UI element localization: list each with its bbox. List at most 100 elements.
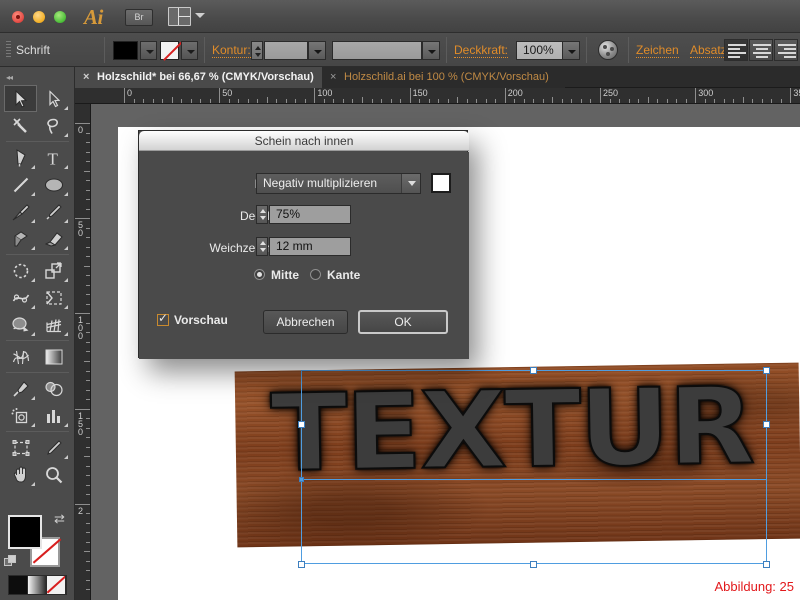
horizontal-ruler[interactable]: 0 50 100 150 200 250 300 350 xyxy=(75,88,800,104)
preview-label[interactable]: Vorschau xyxy=(174,313,228,327)
ruler-label: 200 xyxy=(507,88,523,98)
ruler-minor-tick xyxy=(381,99,383,103)
align-center-button[interactable] xyxy=(749,39,773,61)
ruler-label: 0 xyxy=(127,88,133,98)
rotate-tool[interactable] xyxy=(4,257,37,284)
column-graph-tool[interactable] xyxy=(37,402,70,429)
control-bar-grip[interactable] xyxy=(6,41,11,59)
close-tab-icon[interactable]: × xyxy=(83,67,89,88)
align-right-button[interactable] xyxy=(774,39,798,61)
glow-color-swatch[interactable] xyxy=(431,173,451,193)
opacity-input[interactable]: 75% xyxy=(269,205,351,224)
artboard-tool[interactable] xyxy=(4,434,37,461)
close-window-button[interactable] xyxy=(12,11,24,23)
fill-swatch-dropdown-icon[interactable] xyxy=(140,41,157,60)
selection-handle-bottom-center[interactable] xyxy=(530,561,537,568)
minimize-window-button[interactable] xyxy=(33,11,45,23)
zoom-tool[interactable] xyxy=(37,461,70,488)
gradient-mode-button[interactable] xyxy=(28,576,47,594)
stroke-weight-field[interactable] xyxy=(264,41,308,60)
stroke-profile-dropdown-icon[interactable] xyxy=(422,41,440,60)
ruler-minor-tick xyxy=(86,522,90,524)
stroke-weight-dropdown-icon[interactable] xyxy=(308,41,326,60)
document-tab-inactive[interactable]: × Holzschild.ai bei 100 % (CMYK/Vorschau… xyxy=(322,67,565,88)
hand-tool[interactable] xyxy=(4,461,37,488)
slice-tool[interactable] xyxy=(37,434,70,461)
fill-color-swatch[interactable] xyxy=(113,41,138,60)
opacity-dropdown-icon[interactable] xyxy=(562,41,580,60)
opacity-label[interactable]: Deckkraft: xyxy=(454,43,509,58)
width-tool[interactable] xyxy=(4,284,37,311)
tools-panel-grip[interactable]: ◂◂ xyxy=(6,73,13,82)
transparency-icon[interactable] xyxy=(598,40,618,60)
direct-selection-tool[interactable] xyxy=(37,85,70,112)
stroke-color-swatch[interactable] xyxy=(160,41,179,60)
magic-wand-tool[interactable] xyxy=(4,112,37,139)
pencil-tool[interactable] xyxy=(37,198,70,225)
selection-handle-bottom-right[interactable] xyxy=(763,561,770,568)
line-segment-tool[interactable] xyxy=(4,171,37,198)
symbol-sprayer-tool[interactable] xyxy=(4,402,37,429)
paintbrush-tool[interactable] xyxy=(4,198,37,225)
workspace-switcher-icon[interactable] xyxy=(168,7,191,26)
scale-tool[interactable] xyxy=(37,257,70,284)
selection-anchor-left[interactable] xyxy=(299,477,304,482)
stroke-profile-field[interactable] xyxy=(332,41,422,60)
eraser-tool[interactable] xyxy=(37,225,70,252)
character-panel-link[interactable]: Zeichen xyxy=(636,43,679,58)
selection-handle-mid-left[interactable] xyxy=(298,421,305,428)
selection-tool[interactable] xyxy=(4,85,37,112)
shape-builder-tool[interactable] xyxy=(4,311,37,338)
ruler-minor-tick xyxy=(780,99,782,103)
blur-stepper[interactable] xyxy=(256,237,268,256)
ruler-minor-tick xyxy=(133,99,135,103)
fill-color-box[interactable] xyxy=(8,515,42,549)
ruler-minor-tick xyxy=(247,99,249,103)
pen-tool[interactable] xyxy=(4,144,37,171)
ruler-minor-tick xyxy=(304,99,306,103)
maximize-window-button[interactable] xyxy=(54,11,66,23)
selection-handle-bottom-left[interactable] xyxy=(298,561,305,568)
close-tab-icon[interactable]: × xyxy=(330,67,336,88)
type-tool[interactable]: T xyxy=(37,144,70,171)
selection-outer-box xyxy=(301,370,767,564)
ruler-minor-tick xyxy=(514,99,516,103)
radio-edge-label[interactable]: Kante xyxy=(327,268,360,282)
radio-center[interactable] xyxy=(254,269,265,280)
selection-handle-top-center[interactable] xyxy=(530,367,537,374)
chevron-down-icon[interactable] xyxy=(195,13,205,18)
blob-brush-tool[interactable] xyxy=(4,225,37,252)
align-left-button[interactable] xyxy=(724,39,748,61)
mesh-tool[interactable] xyxy=(4,343,37,370)
ruler-minor-tick xyxy=(152,99,154,103)
default-fill-stroke-icon[interactable] xyxy=(4,555,17,568)
eyedropper-tool[interactable] xyxy=(4,375,37,402)
vertical-ruler[interactable]: 0 50 100 150 2 xyxy=(75,104,91,600)
blur-input[interactable]: 12 mm xyxy=(269,237,351,256)
color-mode-button[interactable] xyxy=(9,576,28,594)
gradient-tool[interactable] xyxy=(37,343,70,370)
cancel-button[interactable]: Abbrechen xyxy=(263,310,348,334)
lasso-tool[interactable] xyxy=(37,112,70,139)
selection-handle-mid-right[interactable] xyxy=(763,421,770,428)
stroke-swatch-dropdown-icon[interactable] xyxy=(181,41,198,60)
swap-fill-stroke-icon[interactable]: ⇄ xyxy=(54,511,65,527)
radio-edge[interactable] xyxy=(310,269,321,280)
selection-handle-top-right[interactable] xyxy=(763,367,770,374)
perspective-grid-tool[interactable] xyxy=(37,311,70,338)
chevron-down-icon[interactable] xyxy=(401,174,420,193)
ok-button[interactable]: OK xyxy=(358,310,448,334)
stroke-weight-stepper[interactable] xyxy=(251,41,263,60)
bridge-button[interactable]: Br xyxy=(125,9,153,26)
none-mode-button[interactable] xyxy=(47,576,66,594)
document-tab-active[interactable]: × Holzschild* bei 66,67 % (CMYK/Vorschau… xyxy=(75,67,322,88)
blend-tool[interactable] xyxy=(37,375,70,402)
fill-stroke-controls: ⇄ xyxy=(4,511,66,567)
radio-center-label[interactable]: Mitte xyxy=(271,268,299,282)
mode-select[interactable]: Negativ multiplizieren xyxy=(256,173,421,194)
free-transform-tool[interactable] xyxy=(37,284,70,311)
ellipse-tool[interactable] xyxy=(37,171,70,198)
opacity-stepper[interactable] xyxy=(256,205,268,224)
stroke-label[interactable]: Kontur: xyxy=(212,43,251,58)
preview-checkbox[interactable] xyxy=(157,311,169,326)
